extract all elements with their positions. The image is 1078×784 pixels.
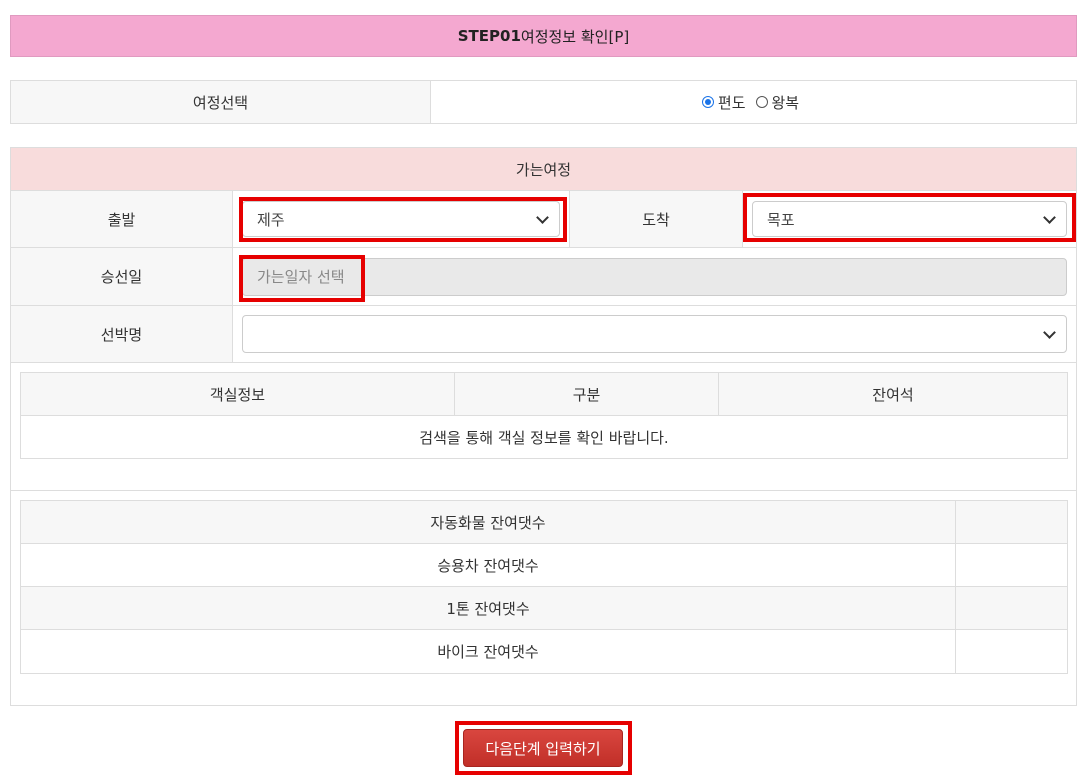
vehicle-value — [956, 630, 1067, 673]
chevron-down-icon — [1043, 325, 1056, 339]
arrival-label: 도착 — [570, 191, 743, 247]
next-step-button[interactable]: 다음단계 입력하기 — [463, 729, 623, 767]
vehicle-table: 자동화물 잔여댓수 승용차 잔여댓수 1톤 잔여댓수 바이크 잔여댓수 — [20, 500, 1068, 674]
date-label: 승선일 — [11, 248, 233, 305]
arrival-select[interactable]: 목포 — [752, 201, 1067, 237]
departure-label: 출발 — [11, 191, 233, 247]
radio-round-trip-label: 왕복 — [771, 93, 800, 112]
page-header: STEP01 여정정보 확인[P] — [10, 15, 1077, 57]
radio-one-way-label: 편도 — [717, 93, 746, 112]
cabin-header-remaining: 잔여석 — [872, 385, 914, 404]
radio-round-trip[interactable]: 왕복 — [755, 92, 800, 113]
vehicle-label: 바이크 잔여댓수 — [21, 630, 956, 673]
date-row: 승선일 가는일자 선택 — [11, 248, 1076, 306]
table-row: 자동화물 잔여댓수 — [21, 501, 1067, 544]
table-row: 승용차 잔여댓수 — [21, 544, 1067, 587]
trip-type-options: 편도 왕복 — [431, 81, 1076, 123]
ship-select[interactable] — [242, 315, 1067, 353]
departure-value: 제주 — [257, 210, 285, 229]
chevron-down-icon — [536, 210, 549, 224]
vehicle-value — [956, 544, 1067, 586]
cabin-header-info: 객실정보 — [21, 373, 455, 415]
cabin-message: 검색을 통해 객실 정보를 확인 바랍니다. — [419, 428, 669, 447]
vehicle-value — [956, 501, 1067, 543]
step-label: STEP01 — [457, 27, 521, 45]
trip-type-label: 여정선택 — [11, 81, 431, 123]
vehicle-label: 승용차 잔여댓수 — [21, 544, 956, 586]
date-cell: 가는일자 선택 — [233, 248, 1076, 305]
cabin-header-type: 구분 — [455, 373, 719, 415]
arrival-cell: 목포 — [743, 191, 1076, 247]
radio-one-way[interactable]: 편도 — [701, 92, 746, 113]
table-row: 바이크 잔여댓수 — [21, 630, 1067, 673]
vehicle-label: 자동화물 잔여댓수 — [21, 501, 956, 543]
table-row: 1톤 잔여댓수 — [21, 587, 1067, 630]
ship-label: 선박명 — [11, 306, 233, 362]
divider — [10, 490, 1077, 491]
page-title: 여정정보 확인[P] — [520, 27, 630, 46]
trip-type-row: 여정선택 편도 왕복 — [10, 80, 1077, 124]
route-row: 출발 제주 도착 목포 — [11, 191, 1076, 248]
outbound-title: 가는여정 — [11, 148, 1076, 191]
ship-cell — [233, 306, 1076, 362]
departure-cell: 제주 — [233, 191, 570, 247]
ship-row: 선박명 — [11, 306, 1076, 363]
date-input[interactable]: 가는일자 선택 — [242, 257, 1067, 296]
radio-round-trip-icon[interactable] — [755, 96, 768, 108]
arrival-value: 목포 — [767, 210, 795, 229]
chevron-down-icon — [1043, 210, 1056, 224]
vehicle-value — [956, 587, 1067, 629]
cabin-table: 객실정보 구분 잔여석 검색을 통해 객실 정보를 확인 바랍니다. — [20, 372, 1068, 459]
departure-select[interactable]: 제주 — [242, 201, 560, 237]
radio-one-way-icon[interactable] — [701, 96, 714, 108]
vehicle-label: 1톤 잔여댓수 — [21, 587, 956, 629]
cabin-header-row: 객실정보 구분 잔여석 — [21, 373, 1067, 416]
